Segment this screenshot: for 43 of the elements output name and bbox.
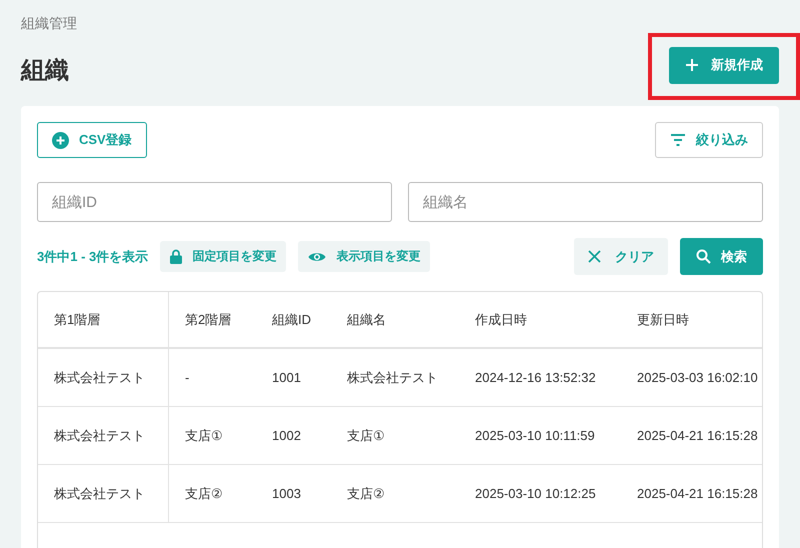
column-header: 作成日時	[459, 292, 621, 349]
table-cell: 1003	[256, 465, 331, 523]
breadcrumb: 組織管理	[21, 14, 78, 33]
table-cell: 2025-03-10 10:12:25	[459, 465, 621, 523]
table-cell: 2024-12-16 13:52:32	[459, 349, 621, 407]
page-title: 組織	[21, 56, 69, 86]
filter-button[interactable]: 絞り込み	[655, 122, 763, 158]
eye-icon	[308, 250, 326, 262]
table-cell: 支店①	[331, 407, 459, 465]
fixed-columns-button[interactable]: 固定項目を変更	[160, 241, 286, 272]
table-cell: 支店①	[169, 407, 256, 465]
lock-icon	[170, 249, 182, 264]
csv-button[interactable]: CSV登録	[37, 122, 147, 158]
table-cell: 2025-03-10 10:11:59	[459, 407, 621, 465]
table-cell: 支店②	[331, 465, 459, 523]
table-cell: 株式会社テスト	[331, 349, 459, 407]
table-cell: 1001	[256, 349, 331, 407]
table-cell: 2025-04-21 16:15:28	[621, 465, 762, 523]
clear-button[interactable]: クリア	[574, 238, 668, 275]
column-header: 組織ID	[256, 292, 331, 349]
table-cell: 支店②	[169, 465, 256, 523]
search-button[interactable]: 検索	[680, 238, 763, 275]
input-field[interactable]: 組織名	[408, 182, 763, 222]
column-header: 第1階層	[38, 292, 169, 349]
plus-icon	[685, 58, 699, 72]
result-count: 3件中1 - 3件を表示	[37, 248, 148, 266]
table-cell: 株式会社テスト	[38, 349, 169, 407]
column-header: 第2階層	[169, 292, 256, 349]
column-header: 更新日時	[621, 292, 762, 349]
new-button[interactable]: 新規作成	[669, 46, 779, 84]
table-cell: -	[169, 349, 256, 407]
column-header: 組織名	[331, 292, 459, 349]
search-icon	[696, 249, 711, 264]
table-cell: 株式会社テスト	[38, 465, 169, 523]
table-cell: 株式会社テスト	[38, 407, 169, 465]
display-columns-button[interactable]: 表示項目を変更	[298, 241, 430, 272]
table-cell: 2025-04-21 16:15:28	[621, 407, 762, 465]
close-icon	[588, 250, 601, 263]
plus-circle-icon	[52, 132, 69, 148]
table-cell: 1002	[256, 407, 331, 465]
filter-icon	[670, 134, 686, 146]
input-field[interactable]: 組織ID	[37, 182, 392, 222]
table-cell: 2025-03-03 16:02:10	[621, 349, 762, 407]
